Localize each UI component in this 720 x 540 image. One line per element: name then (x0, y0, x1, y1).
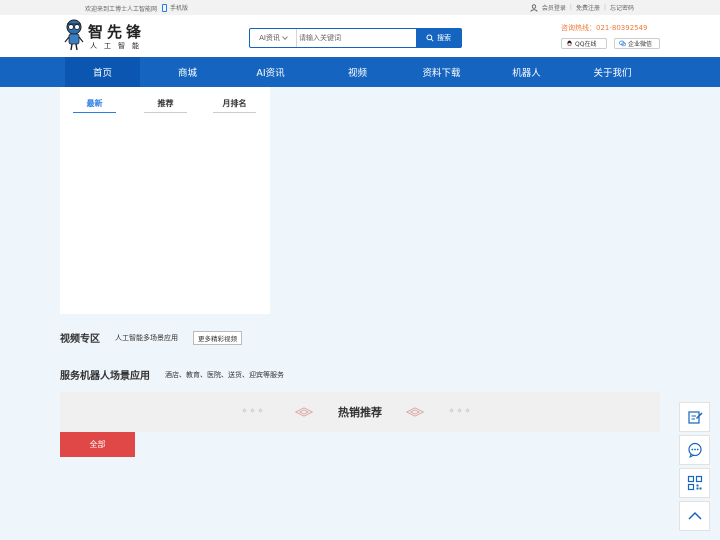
search-icon (426, 34, 434, 42)
video-section-title: 视频专区 (60, 334, 100, 345)
back-to-top-icon (687, 511, 702, 520)
user-icon (530, 3, 538, 12)
nav-item-downloads[interactable]: 资料下载 (404, 57, 479, 87)
logo[interactable]: 智先锋 人工智能 (64, 19, 148, 53)
wechat-icon (619, 40, 626, 47)
nav-item-robots[interactable]: 机器人 (489, 57, 564, 87)
search-button-label: 搜索 (437, 34, 451, 42)
search-input[interactable] (297, 29, 416, 47)
feedback-button[interactable] (679, 402, 710, 432)
qq-online-label: QQ在线 (575, 41, 597, 48)
register-link[interactable]: 免费注册 (576, 3, 600, 12)
account-links: 会员登录 | 免费注册 | 忘记密码 (530, 3, 634, 12)
robot-section-header: 服务机器人场景应用 酒店、教育、医院、送货、迎宾等服务 (60, 367, 284, 383)
forgot-password-link[interactable]: 忘记密码 (610, 3, 634, 12)
hotline-text: 咨询热线：021-80392549 (561, 24, 648, 32)
hot-recommend-title: 热销推荐 (338, 406, 382, 419)
more-videos-button[interactable]: 更多精彩视频 (193, 330, 242, 345)
search-bar: AI资讯 搜索 (249, 28, 462, 48)
top-bar: 欢迎来到工博士人工智能网 手机版 会员登录 | 免费注册 | 忘记密码 (0, 0, 720, 15)
hot-recommend-band: 热销推荐 (60, 392, 660, 432)
tab-monthly-ranking[interactable]: 月排名 (213, 95, 256, 113)
tab-latest[interactable]: 最新 (73, 95, 116, 113)
mobile-label: 手机版 (170, 5, 189, 12)
chat-icon (687, 442, 702, 458)
video-section-desc: 人工智能多场景应用 (115, 333, 178, 342)
robot-section-title: 服务机器人场景应用 (60, 371, 150, 382)
chevron-down-icon (282, 34, 288, 40)
qq-online-button[interactable]: QQ在线 (561, 38, 607, 49)
qq-icon (567, 40, 572, 46)
nav-item-about[interactable]: 关于我们 (575, 57, 650, 87)
search-category-select[interactable]: AI资讯 (250, 29, 297, 47)
divider: | (603, 4, 606, 11)
nav-item-home[interactable]: 首页 (65, 57, 140, 87)
decor-dots-right (449, 408, 470, 413)
qrcode-button[interactable] (679, 468, 710, 498)
divider: | (569, 4, 572, 11)
phone-icon (162, 3, 167, 12)
wechat-label: 企业微信 (628, 41, 653, 48)
back-to-top-button[interactable] (679, 501, 710, 531)
robot-section-desc: 酒店、教育、医院、送货、迎宾等服务 (165, 370, 284, 379)
login-link[interactable]: 会员登录 (542, 3, 566, 12)
edit-icon (687, 411, 702, 424)
welcome-text: 欢迎来到工博士人工智能网 (85, 6, 158, 13)
online-chat-button[interactable] (679, 435, 710, 465)
main-nav: 首页 商城 AI资讯 视频 资料下载 机器人 关于我们 (0, 57, 720, 87)
qrcode-icon (687, 475, 702, 491)
robot-mascot-icon (64, 19, 84, 51)
all-category-button[interactable]: 全部 (60, 432, 135, 457)
mobile-link[interactable]: 手机版 (162, 3, 188, 12)
nav-item-ai-news[interactable]: AI资讯 (233, 57, 308, 87)
logo-subtitle: 人工智能 (90, 42, 146, 50)
tab-recommended[interactable]: 推荐 (144, 95, 187, 113)
search-category-label: AI资讯 (259, 34, 280, 42)
wechat-button[interactable]: 企业微信 (614, 38, 660, 49)
logo-name: 智先锋 (88, 23, 146, 41)
header: 智先锋 人工智能 AI资讯 搜索 咨询热线：021-80392549 QQ在线 (0, 15, 720, 57)
search-button[interactable]: 搜索 (416, 29, 461, 47)
nav-item-mall[interactable]: 商城 (150, 57, 225, 87)
diamond-decor-right-icon (405, 407, 425, 417)
nav-item-video[interactable]: 视频 (320, 57, 395, 87)
video-section-header: 视频专区 人工智能多场景应用 更多精彩视频 (60, 330, 242, 345)
floating-toolbar (679, 402, 710, 534)
article-list-panel: 最新 推荐 月排名 (60, 87, 270, 314)
